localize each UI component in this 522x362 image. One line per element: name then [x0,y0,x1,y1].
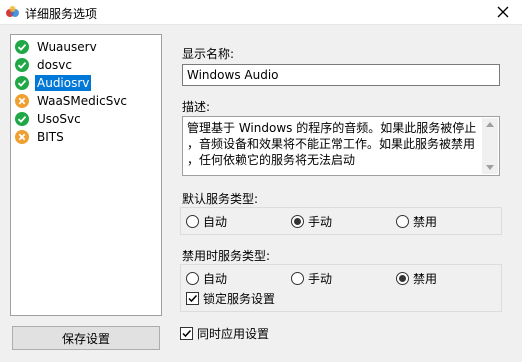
service-list[interactable]: Wuauserv dosvc Audiosrv WaaSMedicSvc Uso… [10,34,162,316]
service-item-usosvc[interactable]: UsoSvc [15,111,83,127]
service-item-wuauserv[interactable]: Wuauserv [15,39,99,55]
apply-all-checkbox[interactable]: 同时应用设置 [180,325,269,342]
checkbox-icon [186,292,199,305]
radio-icon [291,272,304,285]
default-type-disabled-radio[interactable]: 禁用 [396,213,437,230]
title-bar: 详细服务选项 [0,0,522,25]
radio-label: 手动 [308,215,333,229]
radio-selected-dot [294,218,301,225]
display-name-field[interactable]: Windows Audio [182,64,500,86]
service-name: Wuauserv [37,40,97,54]
scroll-down-icon[interactable] [486,165,494,170]
checkbox-label: 同时应用设置 [197,327,270,341]
radio-icon [396,215,409,228]
checkbox-icon [180,327,193,340]
radio-icon [291,215,304,228]
display-name-label: 显示名称: [182,47,235,61]
check-circle-icon [15,112,29,126]
default-type-auto-radio[interactable]: 自动 [186,213,227,230]
description-line: 管理基于 Windows 的程序的音频。如果此服务被停止 [187,121,477,135]
radio-label: 手动 [308,272,333,286]
description-scrollbar[interactable] [482,118,498,174]
service-item-bits[interactable]: BITS [15,129,66,145]
disabled-type-auto-radio[interactable]: 自动 [186,270,227,287]
description-line: ，音频设备和效果将不能正常工作。如果此服务被禁用 [187,137,476,151]
radio-icon [186,272,199,285]
check-circle-icon [15,58,29,72]
blocked-circle-icon [15,130,29,144]
window-title: 详细服务选项 [25,7,98,21]
scroll-up-icon[interactable] [486,122,494,127]
app-icon [6,6,19,17]
check-circle-icon [15,76,29,90]
description-textarea[interactable]: 管理基于 Windows 的程序的音频。如果此服务被停止 ，音频设备和效果将不能… [182,116,500,176]
description-line: ，任何依赖它的服务将无法启动 [187,153,356,167]
disabled-type-manual-radio[interactable]: 手动 [291,270,332,287]
disabled-type-label: 禁用时服务类型: [182,249,271,263]
service-name: WaaSMedicSvc [37,94,128,108]
default-type-manual-radio[interactable]: 手动 [291,213,332,230]
radio-label: 禁用 [413,215,438,229]
default-type-label: 默认服务类型: [182,192,259,206]
radio-icon [186,215,199,228]
service-item-waasmedicsvc[interactable]: WaaSMedicSvc [15,93,129,109]
disabled-type-disabled-radio[interactable]: 禁用 [396,270,437,287]
blocked-circle-icon [15,94,29,108]
default-type-group [180,207,502,235]
check-circle-icon [15,40,29,54]
service-item-audiosrv[interactable]: Audiosrv [15,75,92,91]
close-icon[interactable] [494,3,512,21]
radio-icon [396,272,409,285]
checkmark-icon [182,329,192,338]
checkbox-label: 锁定服务设置 [203,292,276,306]
service-name: BITS [37,130,64,144]
service-name: UsoSvc [37,112,81,126]
description-label: 描述: [182,100,211,114]
service-name: Audiosrv [35,75,92,91]
lock-service-checkbox[interactable]: 锁定服务设置 [186,290,275,307]
checkmark-icon [188,294,198,303]
display-name-value: Windows Audio [187,68,279,82]
radio-label: 自动 [203,215,228,229]
service-name: dosvc [37,58,72,72]
radio-label: 自动 [203,272,228,286]
radio-selected-dot [399,275,406,282]
save-button[interactable]: 保存设置 [12,326,160,350]
radio-label: 禁用 [413,272,438,286]
service-item-dosvc[interactable]: dosvc [15,57,74,73]
